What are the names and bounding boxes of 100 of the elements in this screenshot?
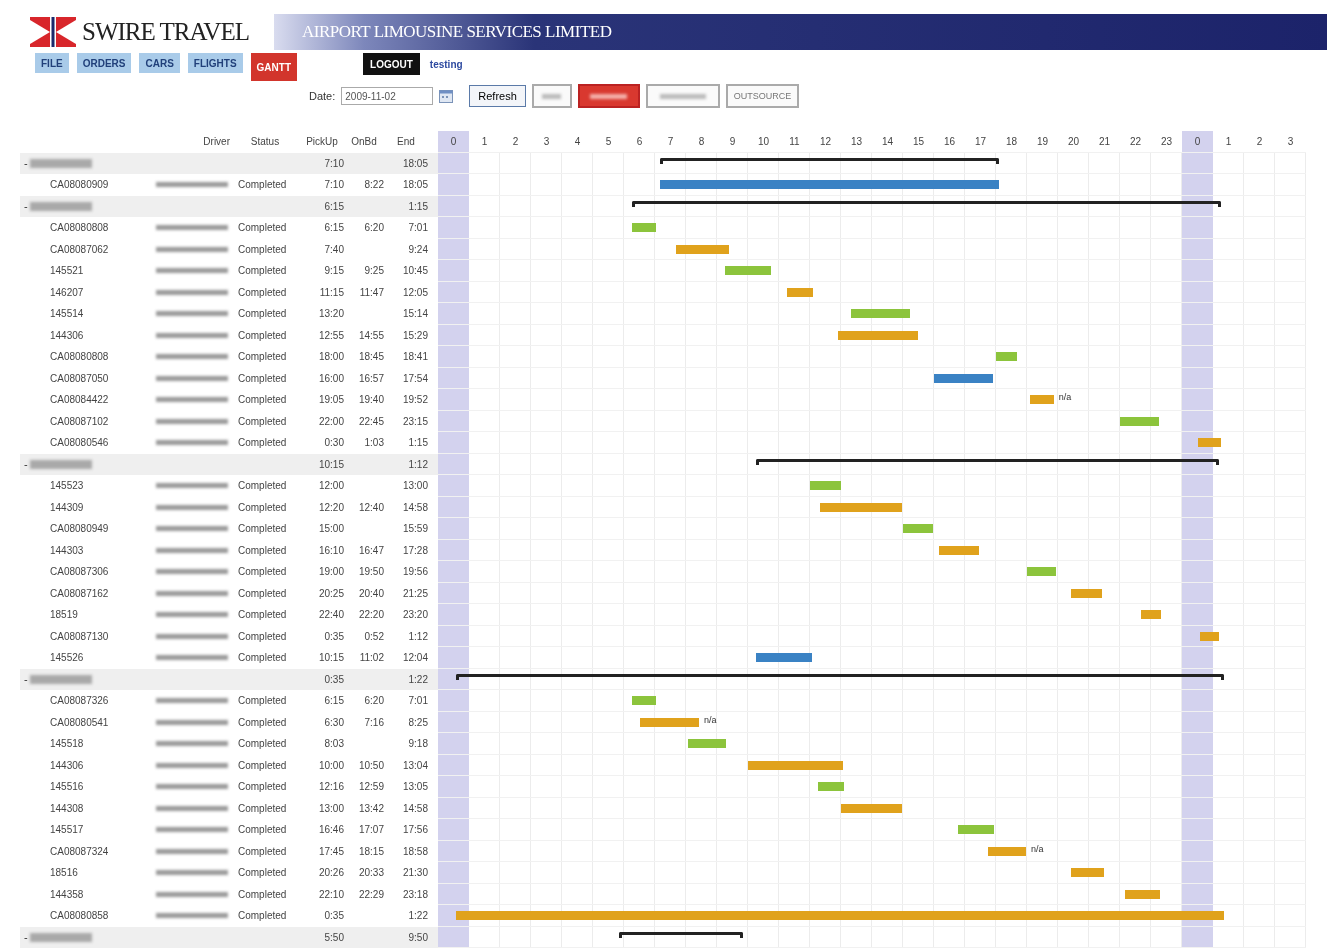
hour-label: 2 <box>1255 135 1264 149</box>
booking-bar[interactable] <box>988 846 1026 856</box>
nav-tab[interactable]: CARS <box>139 53 180 73</box>
booking-bar[interactable] <box>841 803 902 813</box>
booking-bar[interactable] <box>724 266 772 275</box>
hour-label: 12 <box>818 135 833 149</box>
booking-bar[interactable] <box>939 545 980 555</box>
end-time: 18:05 <box>401 157 428 169</box>
collapse-toggle[interactable]: - <box>20 458 28 471</box>
booking-bar[interactable] <box>820 502 902 512</box>
hour-label: 22 <box>1128 135 1143 149</box>
end-time: 18:58 <box>401 845 428 857</box>
status-text: Completed <box>237 652 288 664</box>
booking-bar[interactable] <box>1125 889 1161 899</box>
calendar-icon[interactable] <box>439 89 454 103</box>
booking-bar[interactable] <box>1071 868 1105 877</box>
booking-bar[interactable] <box>675 244 730 254</box>
booking-bar[interactable] <box>934 373 993 383</box>
nav-tab[interactable]: ORDERS <box>76 53 132 73</box>
booking-bar[interactable] <box>687 739 727 748</box>
end-time: 23:18 <box>401 888 428 900</box>
pickup-time: 12:55 <box>317 329 344 341</box>
blurred-driver-name <box>156 375 228 381</box>
hour-label: 19 <box>1035 135 1050 149</box>
booking-id: CA08084422 <box>50 394 110 406</box>
booking-id: 144358 <box>50 888 85 900</box>
booking-bar[interactable] <box>786 287 813 297</box>
status-text: Completed <box>237 738 288 750</box>
blurred-driver-name <box>156 612 228 618</box>
blurred-driver-name <box>156 397 228 403</box>
blurred-driver-name <box>156 633 228 639</box>
refresh-button[interactable]: Refresh <box>469 85 526 107</box>
hour-label: 0 <box>1182 131 1213 152</box>
booking-bar[interactable] <box>1200 631 1220 641</box>
booking-bar[interactable] <box>1120 416 1159 426</box>
end-time: 17:28 <box>401 544 428 556</box>
booking-bar[interactable] <box>748 760 844 770</box>
status-text: Completed <box>237 179 288 191</box>
booking-id: CA08080808 <box>50 222 110 234</box>
pickup-time: 19:00 <box>317 566 344 578</box>
pickup-time: 6:15 <box>323 222 344 234</box>
blurred-driver-name <box>156 848 228 854</box>
nav-tab[interactable]: FLIGHTS <box>187 53 243 73</box>
outsource-button[interactable]: OUTSOURCE <box>725 84 800 108</box>
onboard-time: 17:07 <box>357 824 384 836</box>
blurred-driver-name <box>156 569 228 575</box>
booking-bar[interactable] <box>1070 588 1102 598</box>
pickup-time: 17:45 <box>317 845 344 857</box>
booking-bar[interactable] <box>996 352 1018 361</box>
collapse-toggle[interactable]: - <box>20 931 28 944</box>
end-time: 15:59 <box>401 523 428 535</box>
pickup-time: 8:03 <box>323 738 344 750</box>
booking-bar[interactable] <box>631 223 656 232</box>
booking-id: CA08087102 <box>50 415 110 427</box>
status-text: Completed <box>237 910 288 922</box>
nav-tab[interactable]: FILE <box>35 53 69 73</box>
booking-bar[interactable] <box>838 330 918 340</box>
hour-label: 8 <box>697 135 706 149</box>
hour-label: 7 <box>666 135 675 149</box>
end-time: 8:25 <box>407 716 428 728</box>
booking-bar[interactable] <box>1029 395 1054 404</box>
filter-button[interactable] <box>577 84 640 108</box>
booking-id: 145517 <box>50 824 85 836</box>
date-field[interactable]: 2009-11-02 <box>341 87 434 105</box>
pickup-time: 19:05 <box>317 394 344 406</box>
nav-tab[interactable]: GANTT <box>250 53 298 81</box>
onboard-time: 0:52 <box>363 630 384 642</box>
booking-id: 18519 <box>50 609 79 621</box>
booking-bar[interactable] <box>957 825 994 834</box>
pickup-time: 12:00 <box>317 480 344 492</box>
hour-label: 5 <box>604 135 613 149</box>
blurred-driver-name <box>156 870 228 876</box>
status-text: Completed <box>237 523 288 535</box>
booking-bar[interactable] <box>755 653 813 662</box>
booking-bar[interactable] <box>903 524 934 533</box>
pickup-time: 22:10 <box>317 888 344 900</box>
filter-button[interactable] <box>645 84 720 108</box>
user-link[interactable]: testing <box>429 59 463 70</box>
end-time: 1:22 <box>407 910 428 922</box>
logout-button[interactable]: LOGOUT <box>363 53 420 75</box>
pickup-time: 10:15 <box>317 652 344 664</box>
blurred-group-name <box>29 674 92 684</box>
collapse-toggle[interactable]: - <box>20 673 28 686</box>
collapse-toggle[interactable]: - <box>20 157 28 170</box>
booking-bar[interactable] <box>1140 610 1162 619</box>
hour-label: 6 <box>635 135 644 149</box>
pickup-time: 15:00 <box>317 523 344 535</box>
collapse-toggle[interactable]: - <box>20 200 28 213</box>
booking-bar[interactable] <box>639 717 699 727</box>
end-time: 19:56 <box>401 566 428 578</box>
status-text: Completed <box>237 437 288 449</box>
blurred-driver-name <box>156 182 228 188</box>
booking-id: CA08087130 <box>50 630 110 642</box>
hour-label: 23 <box>1159 135 1174 149</box>
pickup-time: 16:00 <box>317 372 344 384</box>
booking-bar[interactable] <box>631 696 656 705</box>
filter-button[interactable] <box>531 84 572 108</box>
blurred-driver-name <box>156 225 228 231</box>
pickup-time: 16:10 <box>317 544 344 556</box>
status-text: Completed <box>237 351 288 363</box>
